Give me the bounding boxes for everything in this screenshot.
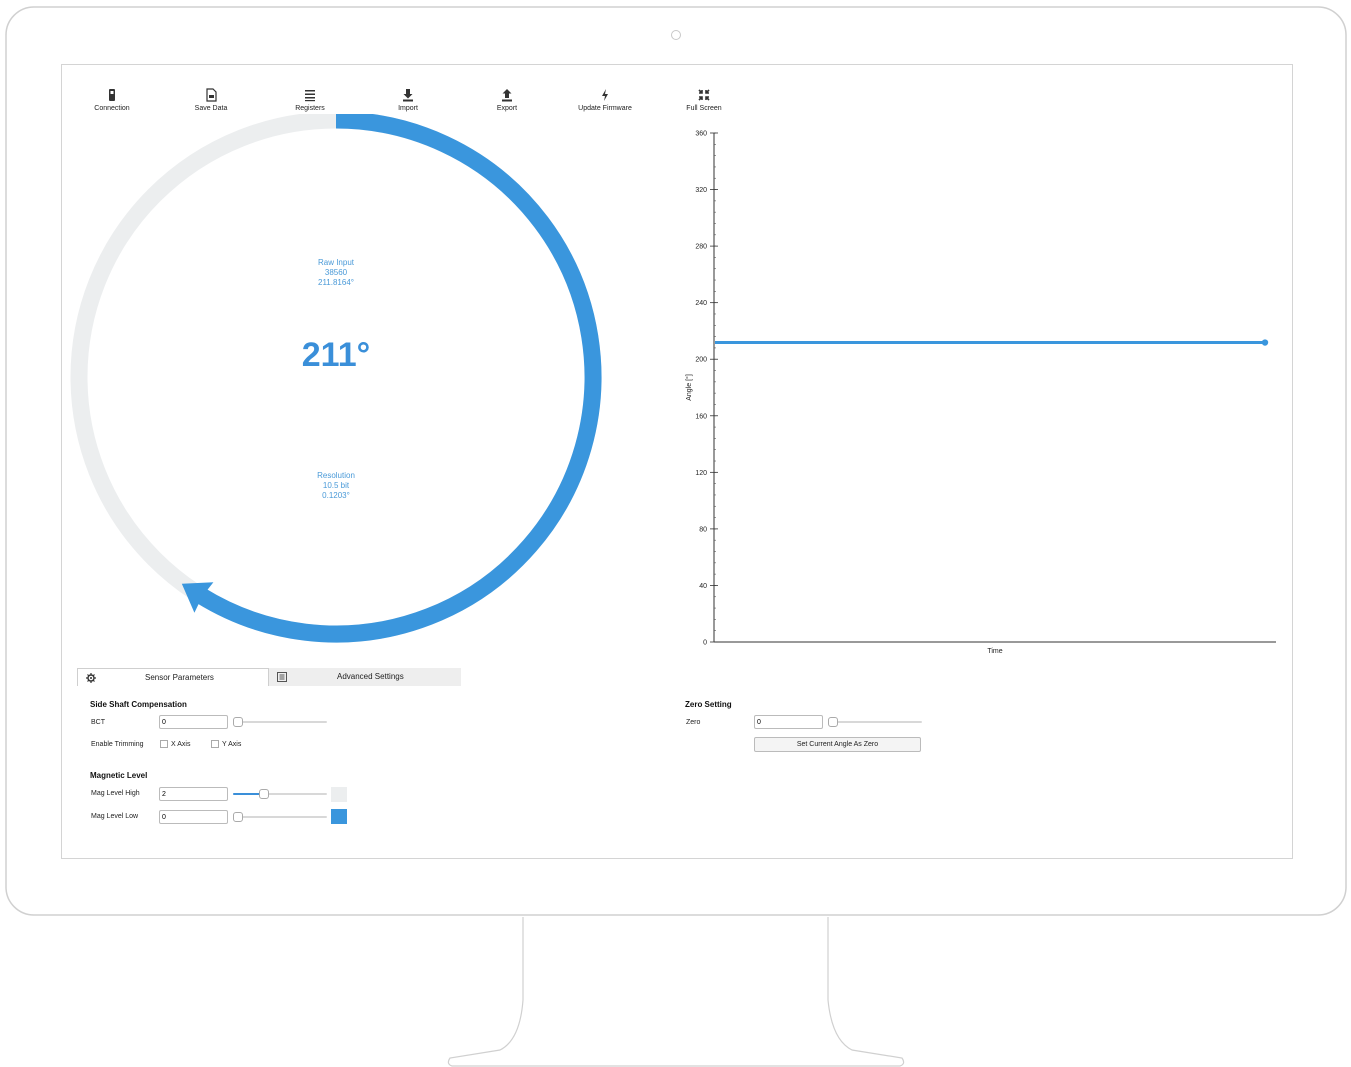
mag-level-low-indicator xyxy=(331,809,347,824)
y-tick-label: 0 xyxy=(703,640,707,647)
y-tick-label: 320 xyxy=(695,187,707,194)
x-axis-label: X Axis xyxy=(171,741,191,748)
zero-slider[interactable] xyxy=(828,717,922,727)
gauge-progress-arc xyxy=(196,114,602,643)
compress-icon xyxy=(698,89,710,101)
y-tick-label: 160 xyxy=(695,413,707,420)
lightning-icon xyxy=(602,89,608,101)
update-firmware-button[interactable]: Update Firmware xyxy=(560,88,650,112)
list-icon xyxy=(305,90,315,102)
side-shaft-title: Side Shaft Compensation xyxy=(90,700,187,709)
bct-slider[interactable] xyxy=(233,717,327,727)
x-axis-checkbox[interactable] xyxy=(160,740,168,748)
mag-level-high-indicator xyxy=(331,787,347,802)
save-file-icon xyxy=(206,88,217,102)
magnetic-level-title: Magnetic Level xyxy=(90,771,148,780)
mag-level-high-input[interactable] xyxy=(159,787,228,801)
registers-button[interactable]: Registers xyxy=(265,88,355,112)
connection-icon xyxy=(109,89,115,101)
current-angle-display: 211° xyxy=(301,336,371,374)
y-tick-label: 360 xyxy=(695,131,707,138)
zero-input[interactable] xyxy=(754,715,823,729)
y-tick-label: 40 xyxy=(699,583,707,590)
set-current-angle-as-zero-button[interactable]: Set Current Angle As Zero xyxy=(754,737,921,752)
enable-trimming-label: Enable Trimming xyxy=(91,741,144,748)
mag-level-high-label: Mag Level High xyxy=(91,790,140,797)
y-axis-checkbox[interactable] xyxy=(211,740,219,748)
tab-advanced-settings[interactable]: Advanced Settings xyxy=(269,668,461,686)
resolution-bits: 10.5 bit xyxy=(322,481,350,490)
full-screen-button[interactable]: Full Screen xyxy=(659,88,749,112)
tab-sensor-parameters[interactable]: Sensor Parameters xyxy=(77,668,269,686)
angle-gauge xyxy=(70,114,602,643)
tab-advanced-settings-label: Advanced Settings xyxy=(337,672,404,681)
slider-handle[interactable] xyxy=(233,812,243,822)
y-tick-label: 240 xyxy=(695,300,707,307)
import-button[interactable]: Import xyxy=(363,88,453,112)
resolution-degrees: 0.1203° xyxy=(322,491,350,500)
download-icon xyxy=(403,89,413,102)
angle-chart: 0 40 80 120 160 200 240 280 320 360 Angle [°] Time xyxy=(685,131,1276,655)
upload-icon xyxy=(502,89,512,102)
connection-button[interactable]: Connection xyxy=(67,88,157,112)
slider-handle[interactable] xyxy=(233,717,243,727)
y-tick-label: 280 xyxy=(695,244,707,251)
zero-label: Zero xyxy=(686,719,701,726)
tab-sensor-parameters-label: Sensor Parameters xyxy=(145,673,214,682)
mag-level-high-slider[interactable] xyxy=(233,789,327,799)
save-data-button[interactable]: Save Data xyxy=(166,88,256,112)
y-axis-label: Angle [°] xyxy=(685,374,693,401)
export-button[interactable]: Export xyxy=(462,88,552,112)
y-axis-label: Y Axis xyxy=(222,741,242,748)
slider-handle[interactable] xyxy=(828,717,838,727)
raw-input-value: 38560 xyxy=(324,268,348,277)
zero-setting-title: Zero Setting xyxy=(685,700,732,709)
y-tick-label: 80 xyxy=(699,526,707,533)
x-axis-label: Time xyxy=(987,648,1002,655)
gear-icon xyxy=(86,673,96,683)
resolution-label: Resolution xyxy=(317,471,355,480)
mag-level-low-label: Mag Level Low xyxy=(91,813,139,820)
bct-input[interactable] xyxy=(159,715,228,729)
y-tick-label: 200 xyxy=(695,357,707,364)
angle-series-endpoint xyxy=(1261,339,1269,346)
raw-input-label: Raw Input xyxy=(317,258,355,267)
slider-fill xyxy=(233,793,262,795)
mag-level-low-input[interactable] xyxy=(159,810,228,824)
list-icon xyxy=(277,672,287,682)
slider-handle[interactable] xyxy=(258,789,269,799)
y-tick-label: 120 xyxy=(695,470,707,477)
bct-label: BCT xyxy=(91,719,105,726)
mag-level-low-slider[interactable] xyxy=(233,812,327,822)
raw-input-angle: 211.8164° xyxy=(318,278,354,287)
